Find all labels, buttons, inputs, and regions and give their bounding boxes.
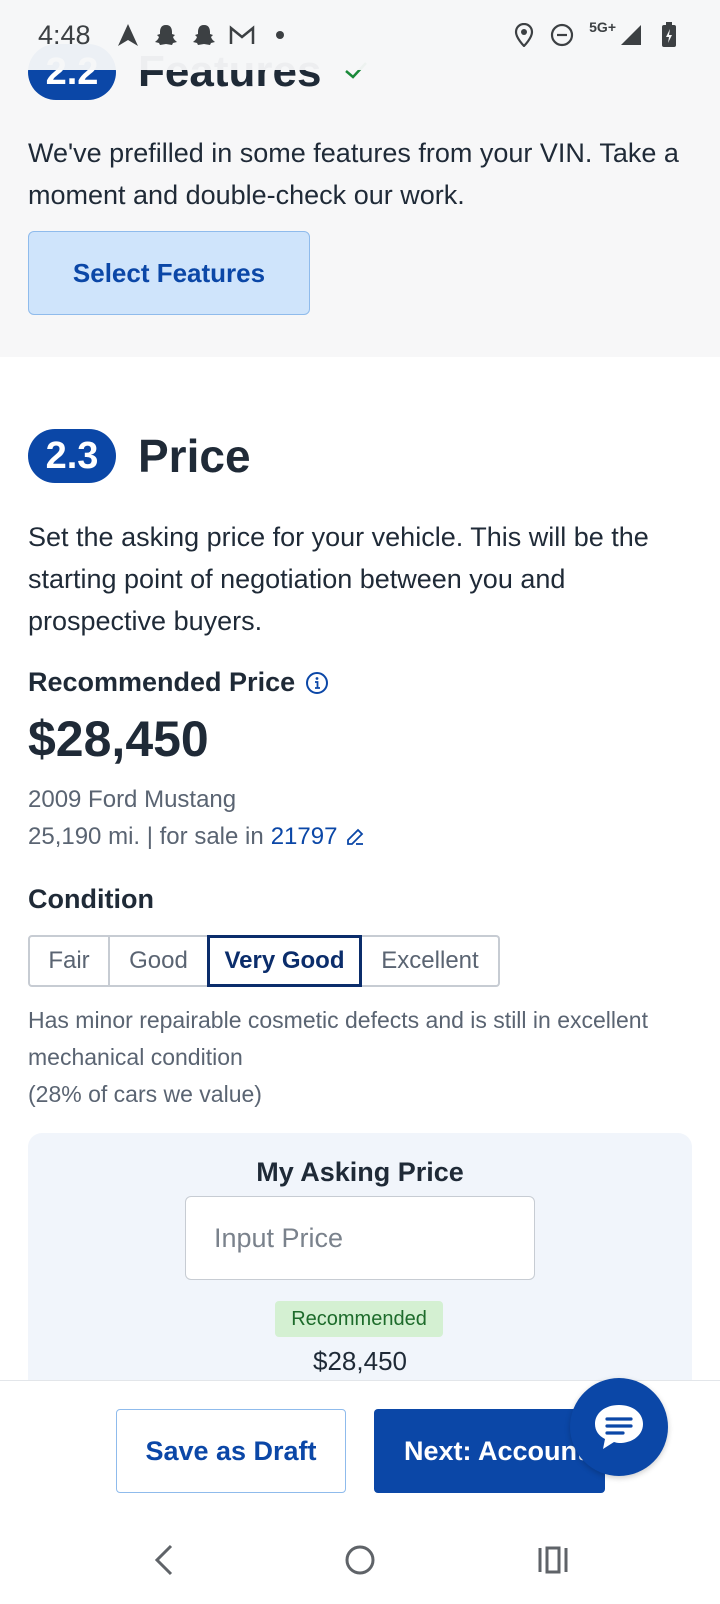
status-bar: 4:48 5G+ <box>0 0 720 70</box>
status-right-icons: 5G+ <box>499 19 682 48</box>
recommended-value: $28,450 <box>313 1346 407 1376</box>
price-header: 2.3 Price <box>28 429 251 483</box>
snapchat-icon <box>191 22 217 48</box>
home-button[interactable] <box>330 1530 390 1590</box>
condition-option-very-good[interactable]: Very Good <box>207 935 362 987</box>
recommended-price-text: Recommended Price <box>28 667 296 697</box>
condition-option-good[interactable]: Good <box>110 935 209 987</box>
condition-option-excellent[interactable]: Excellent <box>362 935 500 987</box>
vehicle-name: 2009 Ford Mustang <box>28 786 237 813</box>
snapchat-icon <box>153 22 179 48</box>
info-icon[interactable] <box>305 671 329 695</box>
recommended-price-label: Recommended Price <box>28 667 329 698</box>
signal-icon <box>618 22 644 48</box>
asking-price-title: My Asking Price <box>256 1157 464 1187</box>
condition-percentage-text: (28% of cars we value) <box>28 1081 262 1107</box>
condition-description-text: Has minor repairable cosmetic defects an… <box>28 1007 648 1070</box>
recommended-badge: Recommended <box>275 1301 443 1337</box>
section-title: Price <box>138 430 251 482</box>
mileage-location: 25,190 mi. | for sale in 21797 <box>28 823 365 851</box>
condition-option-fair[interactable]: Fair <box>28 935 110 987</box>
edit-icon[interactable] <box>345 827 365 847</box>
mileage-text: 25,190 mi. | for sale in <box>28 823 264 850</box>
price-description: Set the asking price for your vehicle. T… <box>28 522 649 636</box>
condition-description: Has minor repairable cosmetic defects an… <box>28 1002 678 1113</box>
condition-segmented-control: Fair Good Very Good Excellent <box>28 935 500 987</box>
network-label: 5G+ <box>589 19 616 35</box>
battery-charging-icon <box>656 22 682 48</box>
recommended-price-value: $28,450 <box>28 711 209 767</box>
asking-price-input[interactable] <box>185 1196 535 1280</box>
dot-icon <box>267 22 293 48</box>
navigation-arrow-icon <box>115 22 141 48</box>
location-pin-icon <box>511 22 537 48</box>
status-time: 4:48 <box>38 19 91 50</box>
save-draft-button[interactable]: Save as Draft <box>116 1409 346 1493</box>
system-nav-bar <box>0 1514 720 1604</box>
chat-button[interactable] <box>570 1378 668 1476</box>
chat-icon <box>591 1401 647 1453</box>
recents-button[interactable] <box>523 1530 583 1590</box>
step-badge: 2.3 <box>28 429 116 483</box>
condition-label: Condition <box>28 884 154 914</box>
features-description: We've prefilled in some features from yo… <box>28 138 679 210</box>
zip-code-link[interactable]: 21797 <box>271 823 338 851</box>
back-button[interactable] <box>134 1530 194 1590</box>
do-not-disturb-icon <box>549 22 575 48</box>
select-features-button[interactable]: Select Features <box>28 231 310 315</box>
gmail-icon <box>229 22 255 48</box>
